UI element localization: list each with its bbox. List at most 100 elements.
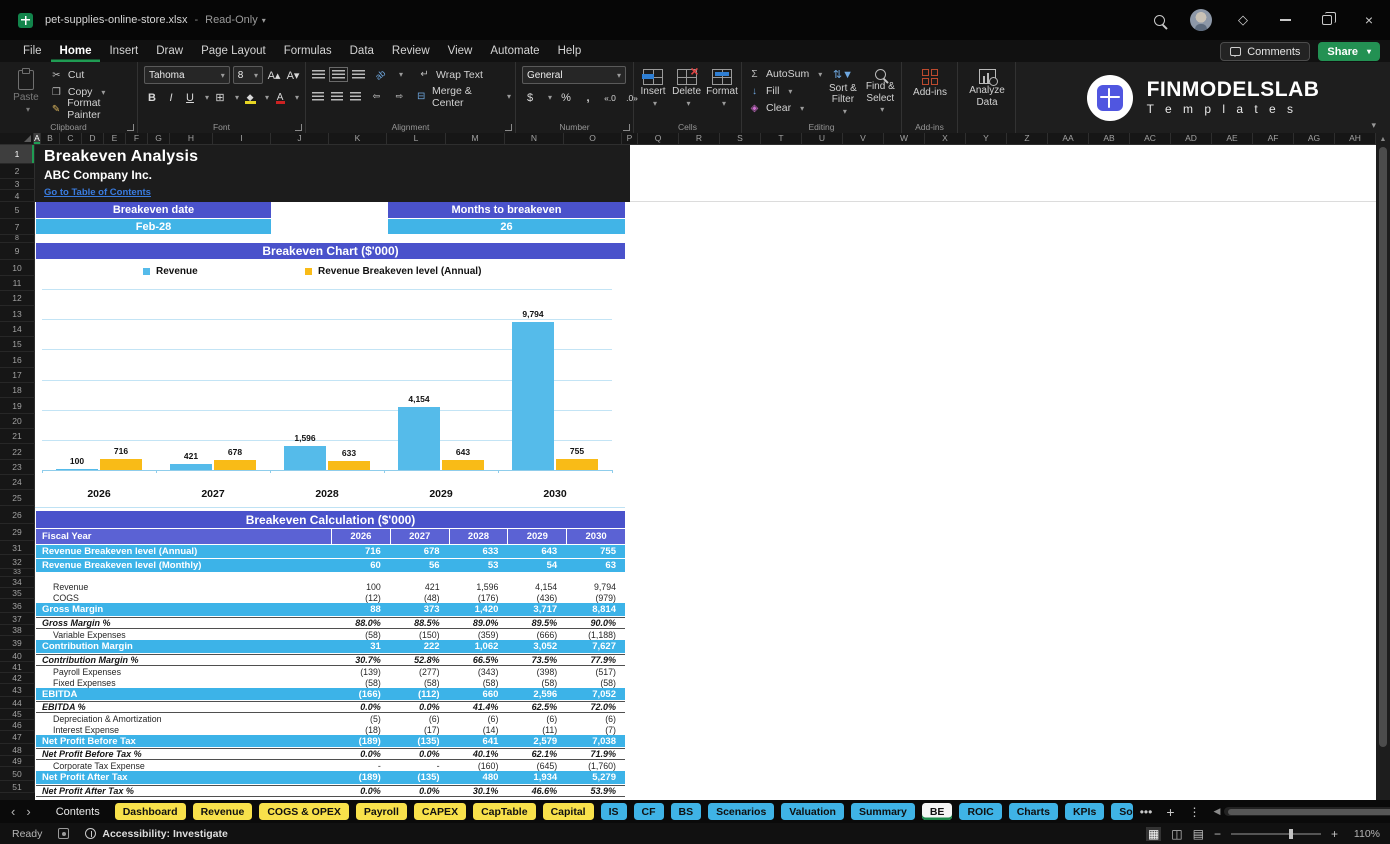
row-label[interactable]: Net Profit After Tax % — [36, 786, 331, 796]
row-label[interactable]: Depreciation & Amortization — [36, 713, 331, 724]
column-header-U[interactable]: U — [802, 133, 843, 145]
row-header-23[interactable]: 23 — [0, 460, 35, 475]
sheet-tab-valuation[interactable]: Valuation — [781, 803, 844, 820]
zoom-slider-thumb[interactable] — [1289, 829, 1293, 839]
macro-record-icon[interactable] — [58, 828, 69, 839]
cell-2026[interactable]: 0.0% — [331, 702, 390, 712]
ribbon-tab-home[interactable]: Home — [51, 40, 101, 62]
chart-bar-breakeven-2026[interactable] — [100, 459, 142, 470]
ribbon-tab-insert[interactable]: Insert — [100, 40, 147, 62]
column-header-W[interactable]: W — [884, 133, 925, 145]
column-header-E[interactable]: E — [104, 133, 126, 145]
cell-2026[interactable]: 60 — [331, 559, 390, 572]
year-column-header-2029[interactable]: 2029 — [507, 529, 566, 544]
cell-2026[interactable]: (189) — [331, 771, 390, 784]
chevron-down-icon[interactable]: ▾ — [262, 16, 266, 25]
clear-button[interactable]: ◈Clear▾ — [748, 100, 822, 116]
column-header-T[interactable]: T — [761, 133, 802, 145]
borders-menu[interactable]: ▾ — [235, 93, 239, 102]
wrap-text-button[interactable]: ↵Wrap Text — [418, 67, 483, 83]
cell-2029[interactable]: (666) — [507, 629, 566, 640]
cell-2027[interactable]: 678 — [390, 545, 449, 558]
cell-2028[interactable]: 641 — [449, 735, 508, 747]
ribbon-tab-review[interactable]: Review — [383, 40, 439, 62]
align-middle-icon[interactable] — [332, 70, 345, 79]
column-header-B[interactable]: B — [41, 133, 60, 145]
row-header-25[interactable]: 25 — [0, 490, 35, 506]
chart-bar-breakeven-2027[interactable] — [214, 460, 256, 470]
column-header-D[interactable]: D — [82, 133, 104, 145]
column-header-N[interactable]: N — [505, 133, 564, 145]
format-cells-button[interactable]: Format▾ — [707, 66, 737, 108]
cell-2028[interactable]: (176) — [449, 592, 508, 603]
cell-2030[interactable]: 53.9% — [566, 786, 625, 796]
cell-2029[interactable]: (6) — [507, 713, 566, 724]
font-color-button[interactable]: A — [272, 89, 288, 106]
ribbon-tab-data[interactable]: Data — [341, 40, 383, 62]
italic-button[interactable]: I — [163, 89, 179, 106]
cell-2029[interactable]: (11) — [507, 724, 566, 735]
underline-button[interactable]: U — [182, 89, 198, 106]
cell-2030[interactable]: 7,627 — [566, 640, 625, 653]
cell-2026[interactable]: (58) — [331, 629, 390, 640]
cell-2027[interactable] — [390, 573, 449, 581]
cell-2027[interactable]: 373 — [390, 603, 449, 616]
sheet-options-button[interactable]: ⋮ — [1182, 805, 1208, 819]
cell-2027[interactable]: (6) — [390, 713, 449, 724]
zoom-level[interactable]: 110% — [1348, 828, 1380, 840]
autosum-button[interactable]: ΣAutoSum▾ — [748, 66, 822, 82]
row-header-47[interactable]: 47 — [0, 731, 35, 744]
cell-2027[interactable]: - — [390, 760, 449, 771]
cell-2029[interactable]: 3,717 — [507, 603, 566, 616]
row-label[interactable] — [36, 573, 331, 581]
fill-button[interactable]: ↓Fill▾ — [748, 83, 822, 99]
fiscal-year-label[interactable]: Fiscal Year — [36, 529, 331, 544]
row-header-43[interactable]: 43 — [0, 684, 35, 697]
row-label[interactable]: Payroll Expenses — [36, 666, 331, 677]
cell-2026[interactable]: 31 — [331, 640, 390, 653]
row-header-41[interactable]: 41 — [0, 662, 35, 673]
cut-button[interactable]: ✂Cut — [50, 67, 133, 83]
row-header-5[interactable]: 5 — [0, 202, 35, 219]
cell-2029[interactable]: 73.5% — [507, 655, 566, 665]
clipboard-dialog-launcher[interactable] — [127, 124, 134, 131]
cell-2026[interactable] — [331, 573, 390, 581]
cell-2026[interactable]: (58) — [331, 677, 390, 688]
column-header-R[interactable]: R — [679, 133, 720, 145]
bold-button[interactable]: B — [144, 89, 160, 106]
row-label[interactable]: Corporate Tax Expense — [36, 760, 331, 771]
breakeven-date-value[interactable]: Feb-28 — [36, 219, 271, 234]
row-header-40[interactable]: 40 — [0, 650, 35, 662]
row-header-10[interactable]: 10 — [0, 260, 35, 276]
year-column-header-2026[interactable]: 2026 — [331, 529, 390, 544]
sheet-tab-kpis[interactable]: KPIs — [1065, 803, 1104, 820]
cell-2029[interactable]: 62.1% — [507, 749, 566, 759]
normal-view-button[interactable]: ▦ — [1146, 827, 1161, 841]
tab-scroll-left-icon[interactable]: ‹ — [0, 804, 26, 819]
column-header-L[interactable]: L — [387, 133, 446, 145]
font-dialog-launcher[interactable] — [295, 124, 302, 131]
chart-bar-revenue-2027[interactable] — [170, 464, 212, 470]
fiscal-year-header-row[interactable]: Fiscal Year20262027202820292030 — [36, 529, 625, 544]
sheet-tab-revenue[interactable]: Revenue — [193, 803, 253, 820]
row-header-50[interactable]: 50 — [0, 767, 35, 781]
cell-2028[interactable]: 1,420 — [449, 603, 508, 616]
font-size-combo[interactable]: 8▾ — [233, 66, 263, 84]
cell-2030[interactable]: 77.9% — [566, 655, 625, 665]
row-header-29[interactable]: 29 — [0, 524, 35, 541]
cell-2030[interactable]: 63 — [566, 559, 625, 572]
row-header-16[interactable]: 16 — [0, 352, 35, 368]
row-header-39[interactable]: 39 — [0, 636, 35, 650]
cell-2029[interactable] — [507, 573, 566, 581]
sheet-tab-scenarios[interactable]: Scenarios — [708, 803, 774, 820]
find-select-button[interactable]: Find & Select▾ — [864, 66, 897, 116]
row-header-37[interactable]: 37 — [0, 613, 35, 625]
column-header-Y[interactable]: Y — [966, 133, 1007, 145]
cell-2028[interactable] — [449, 573, 508, 581]
row-headers[interactable]: 1234578910111213141516171819202122232425… — [0, 145, 35, 800]
number-dialog-launcher[interactable] — [623, 124, 630, 131]
format-painter-button[interactable]: ✎Format Painter — [50, 101, 133, 117]
horizontal-scroll-thumb[interactable] — [1228, 809, 1390, 815]
row-label[interactable]: Variable Expenses — [36, 629, 331, 640]
row-header-2[interactable]: 2 — [0, 164, 35, 179]
